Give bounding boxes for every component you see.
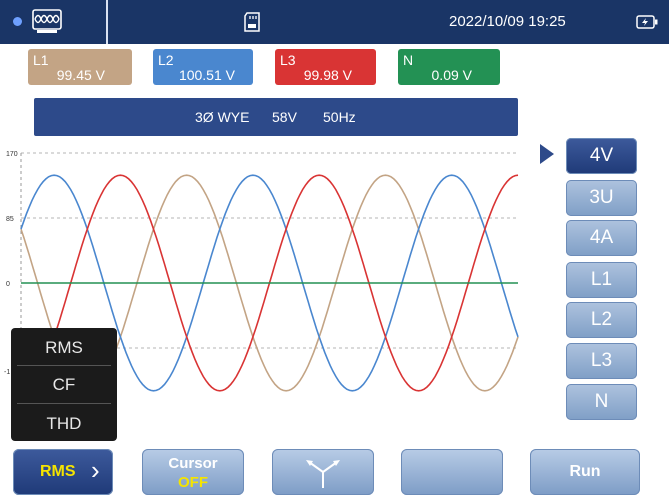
mode-button-4a[interactable]: 4A: [566, 220, 637, 256]
channel-button-n[interactable]: N: [566, 384, 637, 420]
selected-mode-arrow-icon: [540, 144, 554, 164]
run-button[interactable]: Run: [530, 449, 640, 495]
mode-button-3u[interactable]: 3U: [566, 180, 637, 216]
cursor-button[interactable]: Cursor OFF: [142, 449, 244, 495]
channel-name: L2: [158, 52, 174, 68]
nominal-voltage: 58V: [272, 109, 297, 125]
datetime-label: 2022/10/09 19:25: [449, 13, 566, 30]
popup-item-rms[interactable]: RMS: [11, 338, 117, 358]
rms-label: RMS: [40, 463, 76, 480]
y-tick-label: 0: [6, 281, 10, 288]
channel-name: L1: [33, 52, 49, 68]
run-label: Run: [569, 463, 601, 480]
config-info-bar: 3Ø WYE 58V 50Hz: [34, 98, 518, 136]
battery-charging-icon: [636, 15, 658, 29]
y-tick-label: -1: [4, 369, 10, 376]
rms-menu-button[interactable]: RMS ›: [13, 449, 113, 495]
blank-softkey-button[interactable]: [401, 449, 503, 495]
status-separator: [106, 0, 108, 44]
popup-divider: [17, 403, 111, 404]
channel-value: 99.98 V: [303, 67, 352, 83]
channel-name: L3: [280, 52, 296, 68]
phasor-icon: [306, 460, 340, 488]
popup-divider: [17, 365, 111, 366]
phasor-view-button[interactable]: [272, 449, 374, 495]
sd-card-icon: [244, 12, 260, 32]
wiring-config: 3Ø WYE: [195, 109, 250, 125]
channel-button-l1[interactable]: L1: [566, 262, 637, 298]
oscilloscope-logo-icon[interactable]: [32, 9, 62, 34]
popup-item-cf[interactable]: CF: [11, 375, 117, 395]
status-dot-icon: [13, 17, 22, 26]
channel-l3-readout[interactable]: L3 99.98 V: [275, 49, 376, 85]
y-tick-label: 170: [6, 151, 18, 158]
y-tick-label: 85: [6, 216, 14, 223]
channel-value: 0.09 V: [431, 67, 472, 83]
mode-button-4v[interactable]: 4V: [566, 138, 637, 174]
chevron-right-icon: ›: [91, 455, 100, 485]
channel-n-readout[interactable]: N 0.09 V: [398, 49, 500, 85]
cursor-state: OFF: [178, 474, 208, 491]
channel-button-l3[interactable]: L3: [566, 343, 637, 379]
status-bar: 2022/10/09 19:25: [0, 0, 669, 44]
channel-name: N: [403, 52, 414, 68]
popup-item-thd[interactable]: THD: [11, 414, 117, 434]
nominal-frequency: 50Hz: [323, 109, 356, 125]
channel-l2-readout[interactable]: L2 100.51 V: [153, 49, 253, 85]
channel-button-l2[interactable]: L2: [566, 302, 637, 338]
channel-l1-readout[interactable]: L1 99.45 V: [28, 49, 132, 85]
measure-type-popup: RMS CF THD: [11, 328, 117, 441]
channel-value: 99.45 V: [56, 67, 105, 83]
cursor-label: Cursor: [168, 455, 218, 472]
channel-value: 100.51 V: [178, 67, 235, 83]
